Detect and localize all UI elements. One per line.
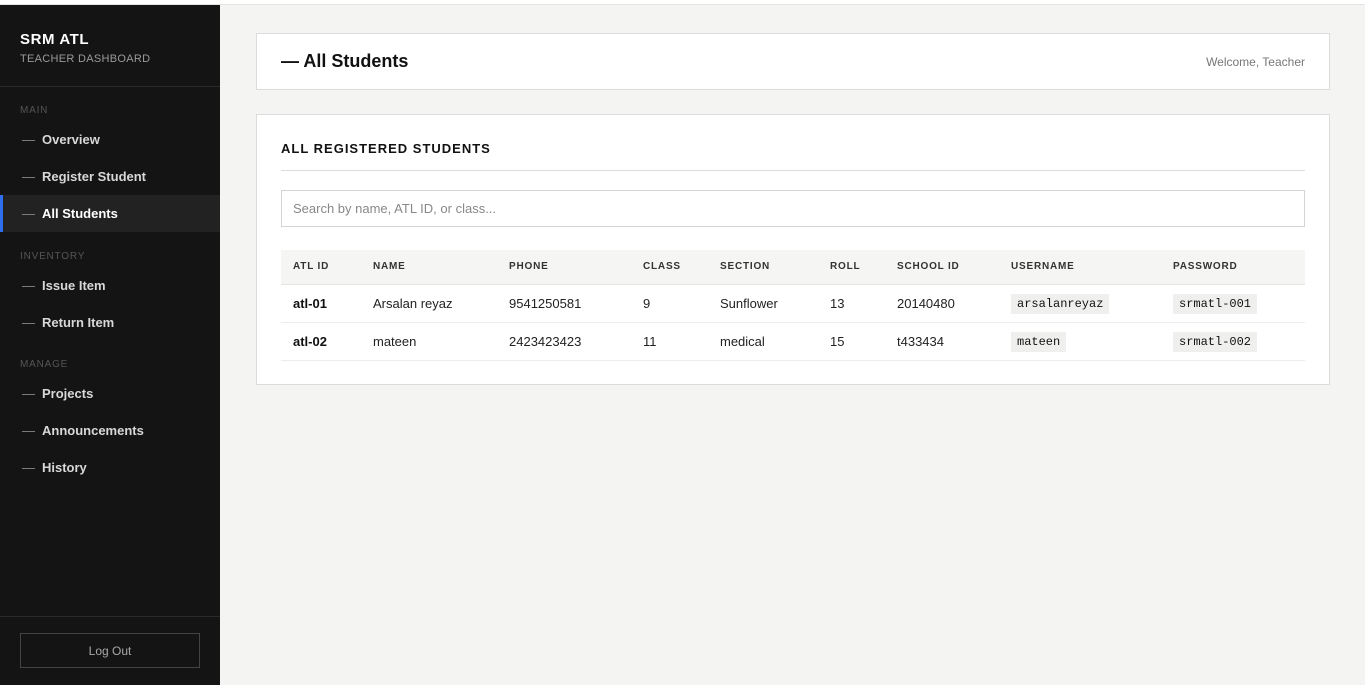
sidebar-item-label: Overview — [42, 132, 100, 147]
search-input[interactable] — [281, 190, 1305, 227]
sidebar-item-label: Projects — [42, 386, 94, 401]
cell-roll: 15 — [818, 322, 885, 361]
table-header-row: ATL ID NAME PHONE CLASS SECTION ROLL SCH… — [281, 250, 1305, 285]
sidebar-item-overview[interactable]: — Overview — [0, 121, 220, 158]
sidebar-item-announcements[interactable]: — Announcements — [0, 412, 220, 449]
sidebar-item-label: Issue Item — [42, 278, 106, 293]
cell-school-id: t433434 — [885, 322, 999, 361]
column-header-school-id: SCHOOL ID — [885, 250, 999, 285]
dash-icon: — — [22, 460, 35, 475]
cell-section: Sunflower — [708, 284, 818, 323]
column-header-name: NAME — [361, 250, 497, 285]
card-heading: ALL REGISTERED STUDENTS — [281, 141, 1305, 171]
table-row[interactable]: atl-01 Arsalan reyaz 9541250581 9 Sunflo… — [281, 284, 1305, 323]
cell-phone: 9541250581 — [497, 284, 631, 323]
cell-class: 9 — [631, 284, 708, 323]
sidebar-item-issue-item[interactable]: — Issue Item — [0, 267, 220, 304]
page-header: — All Students Welcome, Teacher — [256, 33, 1330, 90]
cell-school-id: 20140480 — [885, 284, 999, 323]
cell-section: medical — [708, 322, 818, 361]
nav-section-inventory: INVENTORY — [20, 251, 86, 262]
username-code: mateen — [1011, 332, 1067, 352]
sidebar-item-projects[interactable]: — Projects — [0, 375, 220, 412]
sidebar-item-label: All Students — [42, 206, 118, 221]
students-table: ATL ID NAME PHONE CLASS SECTION ROLL SCH… — [281, 250, 1305, 361]
sidebar-item-label: Announcements — [42, 423, 144, 438]
dash-icon: — — [22, 315, 35, 330]
sidebar-item-label: Register Student — [42, 169, 147, 184]
dash-icon: — — [22, 206, 35, 221]
column-header-phone: PHONE — [497, 250, 631, 285]
dash-icon: — — [22, 169, 35, 184]
column-header-class: CLASS — [631, 250, 708, 285]
dash-icon: — — [22, 278, 35, 293]
students-card: ALL REGISTERED STUDENTS ATL ID NAME PHON… — [256, 114, 1330, 385]
dash-icon: — — [22, 386, 35, 401]
logout-button[interactable]: Log Out — [20, 633, 200, 668]
cell-username: arsalanreyaz — [999, 284, 1161, 323]
password-code: srmatl-001 — [1173, 294, 1258, 314]
table-row[interactable]: atl-02 mateen 2423423423 11 medical 15 t… — [281, 322, 1305, 361]
cell-password: srmatl-001 — [1161, 284, 1305, 323]
column-header-roll: ROLL — [818, 250, 885, 285]
sidebar-footer: Log Out — [0, 616, 220, 685]
brand: SRM ATL TEACHER DASHBOARD — [0, 5, 220, 87]
dash-icon: — — [22, 423, 35, 438]
sidebar-item-all-students[interactable]: — All Students — [0, 195, 220, 232]
username-code: arsalanreyaz — [1011, 294, 1110, 314]
nav-section-manage: MANAGE — [20, 359, 69, 370]
column-header-username: USERNAME — [999, 250, 1161, 285]
sidebar-item-register-student[interactable]: — Register Student — [0, 158, 220, 195]
cell-name: mateen — [361, 322, 497, 361]
column-header-section: SECTION — [708, 250, 818, 285]
column-header-atl-id: ATL ID — [281, 250, 361, 285]
sidebar: SRM ATL TEACHER DASHBOARD MAIN — Overview… — [0, 5, 220, 685]
sidebar-item-label: Return Item — [42, 315, 115, 330]
cell-roll: 13 — [818, 284, 885, 323]
page-title: — All Students — [281, 51, 409, 71]
cell-class: 11 — [631, 322, 708, 361]
cell-phone: 2423423423 — [497, 322, 631, 361]
cell-password: srmatl-002 — [1161, 322, 1305, 361]
sidebar-item-return-item[interactable]: — Return Item — [0, 304, 220, 341]
sidebar-item-history[interactable]: — History — [0, 449, 220, 486]
welcome-text: Welcome, Teacher — [1206, 55, 1305, 69]
sidebar-item-label: History — [42, 460, 87, 475]
cell-atl-id: atl-01 — [281, 284, 361, 323]
nav-section-main: MAIN — [20, 105, 49, 116]
dash-icon: — — [22, 132, 35, 147]
cell-atl-id: atl-02 — [281, 322, 361, 361]
cell-username: mateen — [999, 322, 1161, 361]
column-header-password: PASSWORD — [1161, 250, 1305, 285]
brand-title: SRM ATL — [20, 31, 90, 48]
cell-name: Arsalan reyaz — [361, 284, 497, 323]
brand-subtitle: TEACHER DASHBOARD — [20, 53, 151, 65]
password-code: srmatl-002 — [1173, 332, 1258, 352]
